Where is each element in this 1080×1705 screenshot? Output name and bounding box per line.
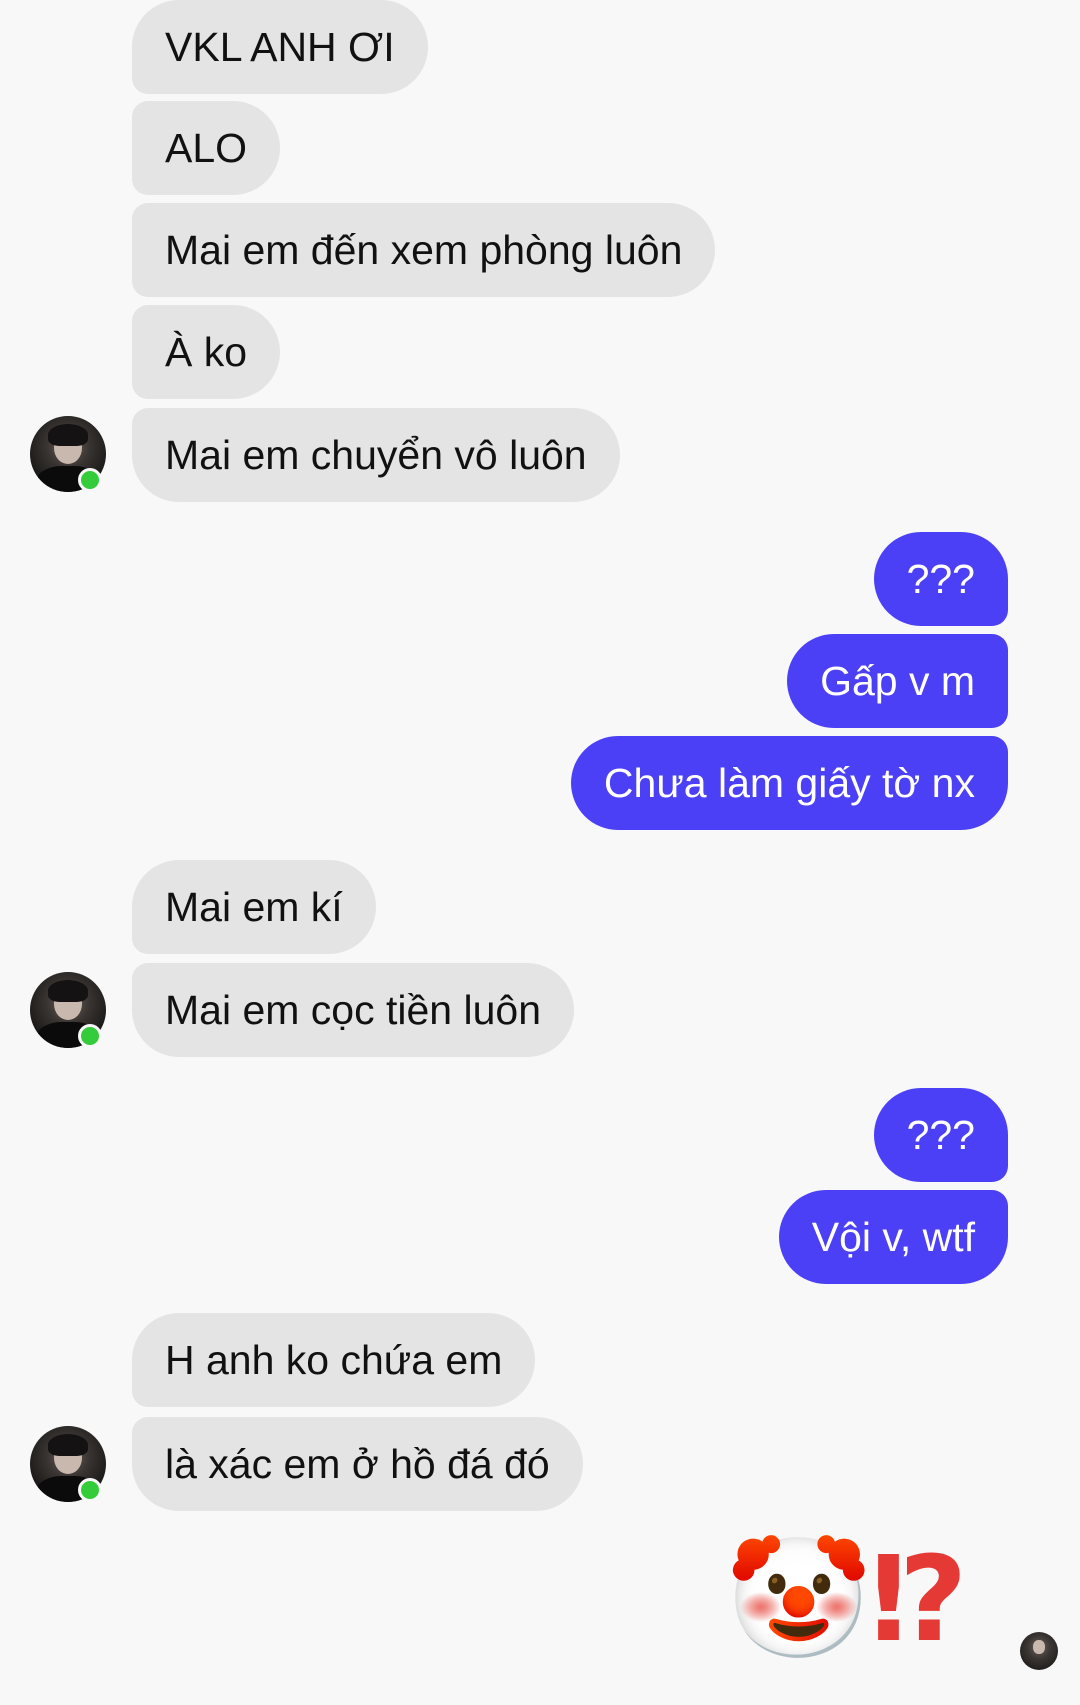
message-bubble-outgoing[interactable]: Chưa làm giấy tờ nx xyxy=(570,736,1008,830)
online-status-dot xyxy=(78,468,102,492)
contact-avatar[interactable] xyxy=(30,1426,106,1502)
message-bubble-incoming[interactable]: Mai em đến xem phòng luôn xyxy=(132,203,716,297)
message-bubble-outgoing[interactable]: ??? xyxy=(873,1088,1008,1182)
message-bubble-outgoing[interactable]: Vội v, wtf xyxy=(778,1190,1008,1284)
contact-avatar[interactable] xyxy=(30,972,106,1048)
message-bubble-incoming[interactable]: H anh ko chứa em xyxy=(132,1313,536,1407)
message-bubble-incoming[interactable]: Mai em chuyển vô luôn xyxy=(132,408,620,502)
message-bubble-incoming[interactable]: ALO xyxy=(132,101,281,195)
message-bubble-incoming[interactable]: là xác em ở hồ đá đó xyxy=(132,1417,583,1511)
message-bubble-incoming[interactable]: Mai em kí xyxy=(132,860,376,954)
online-status-dot xyxy=(78,1478,102,1502)
message-bubble-outgoing[interactable]: Gấp v m xyxy=(787,634,1008,728)
message-bubble-incoming[interactable]: Mai em cọc tiền luôn xyxy=(132,963,575,1057)
clown-emoji[interactable]: 🤡 xyxy=(725,1540,872,1658)
online-status-dot xyxy=(78,1024,102,1048)
contact-avatar[interactable] xyxy=(30,416,106,492)
message-bubble-incoming[interactable]: À ko xyxy=(132,305,281,399)
message-bubble-incoming[interactable]: VKL ANH ƠI xyxy=(132,0,428,94)
interrobang-emoji[interactable]: ⁉ xyxy=(870,1540,968,1658)
seen-receipt-avatar xyxy=(1020,1632,1058,1670)
message-bubble-outgoing[interactable]: ??? xyxy=(873,532,1008,626)
